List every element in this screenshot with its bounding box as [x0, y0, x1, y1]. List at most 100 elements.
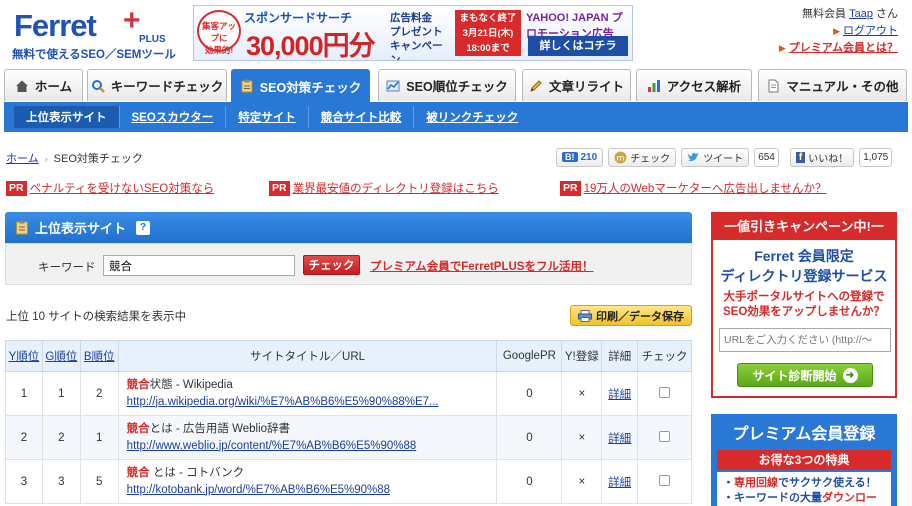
col-y-rank[interactable]: Y順位 — [5, 340, 43, 372]
bar-chart-icon — [647, 79, 660, 92]
detail-cell: 詳細 — [601, 459, 639, 504]
service-line2: ディレクトリ登録サービス — [720, 268, 888, 284]
col-g-rank[interactable]: G順位 — [41, 340, 81, 372]
check-cell — [637, 415, 692, 460]
subnav-specific-site[interactable]: 特定サイト — [226, 106, 309, 128]
b-rank-cell: 5 — [79, 459, 119, 504]
pr-badge: PR — [6, 180, 27, 196]
col-detail: 詳細 — [601, 340, 639, 372]
campaign-header: 一値引きキャンペーン中!一 — [713, 214, 895, 240]
tab-seo-check[interactable]: SEO対策チェック — [231, 69, 370, 102]
tab-home-label: ホーム — [34, 80, 73, 94]
banner-deadline-line3: 18:00まで — [466, 43, 510, 54]
premium-cta-link[interactable]: プレミアム会員でFerretPLUSをフル活用！ — [370, 258, 593, 274]
breadcrumb-separator-icon: › — [44, 154, 48, 164]
pr-link-penalty[interactable]: PR ペナルティを受けないSEO対策なら — [6, 180, 214, 196]
breadcrumb-home-link[interactable]: ホーム — [6, 153, 39, 165]
col-yahoo-registered: Y!登録 — [561, 340, 603, 372]
keyword-input[interactable] — [103, 255, 295, 276]
row-checkbox[interactable] — [659, 386, 671, 398]
tab-manual-label: マニュアル・その他 — [786, 80, 899, 94]
pr-link-advertise[interactable]: PR 19万人のWebマーケターへ広告出しませんか？ — [560, 180, 826, 196]
title-keyword: 競合 — [126, 422, 150, 435]
tweet-label: ツイート — [703, 153, 744, 165]
check-submit-button[interactable]: チェック — [303, 255, 360, 275]
tab-keyword-check[interactable]: キーワードチェック — [87, 69, 227, 101]
subnav-competitor-compare[interactable]: 競合サイト比較 — [309, 106, 415, 128]
hatena-count: 210 — [580, 151, 598, 163]
table-row: 2 2 1 競合とは - 広告用語 Weblio辞書 http://www.we… — [5, 415, 692, 460]
site-url-input[interactable] — [719, 328, 891, 352]
pr-link-directory[interactable]: PR 業界最安値のディレクトリ登録はこちら — [269, 180, 499, 196]
benefit1-text: でサクサク使える！ — [778, 477, 877, 489]
col-b-rank[interactable]: B順位 — [79, 340, 119, 372]
sort-y-rank-link[interactable]: Y順位 — [9, 351, 40, 363]
clipboard-icon — [241, 79, 253, 93]
g-rank-cell: 3 — [41, 459, 81, 504]
col-title-url: サイトタイトル／URL — [117, 340, 498, 372]
detail-link[interactable]: 詳細 — [608, 389, 631, 401]
tab-seo-check-label: SEO対策チェック — [259, 80, 362, 95]
row-checkbox[interactable] — [659, 474, 671, 486]
tab-seo-rank-label: SEO順位チェック — [406, 80, 508, 94]
clipboard-icon — [16, 220, 28, 235]
user-honorific: さん — [876, 8, 898, 20]
logo-wordmark: Ferret — [14, 8, 97, 43]
subnav-seo-scouter[interactable]: SEOスカウター — [120, 106, 227, 128]
detail-link[interactable]: 詳細 — [608, 477, 631, 489]
sort-b-rank-link[interactable]: B順位 — [84, 351, 115, 363]
premium-signup-box[interactable]: プレミアム会員登録 お得な3つの特典 ・専用回線でサクサク使える！ ・キーワード… — [711, 414, 897, 506]
ferret-plus-logo[interactable]: Ferret + PLUS 無料で使えるSEO／SEMツール — [12, 6, 182, 62]
tab-manual[interactable]: マニュアル・その他 — [758, 69, 907, 101]
directory-campaign-box: 一値引きキャンペーン中!一 Ferret 会員限定 ディレクトリ登録サービス 大… — [711, 212, 897, 398]
pr-link-text[interactable]: 業界最安値のディレクトリ登録はこちら — [293, 180, 499, 196]
tweet-button[interactable]: ツイート — [681, 147, 750, 167]
site-url-link[interactable]: http://ja.wikipedia.org/wiki/%E7%AB%B6%E… — [127, 396, 439, 408]
yahoo-registered-cell: × — [561, 371, 603, 416]
user-name-link[interactable]: Taap — [849, 8, 873, 20]
banner-deadline-line1: まもなく終了 — [459, 13, 517, 24]
ad-banner[interactable]: 集客アップに 効果的! スポンサードサーチ 30,000円分 広告料金 プレゼン… — [193, 5, 633, 61]
facebook-like-button[interactable]: f いいね！ — [789, 147, 855, 167]
site-url-link[interactable]: http://kotobank.jp/word/%E7%AB%B6%E5%90%… — [127, 484, 390, 496]
subnav-top-sites[interactable]: 上位表示サイト — [14, 106, 120, 128]
chart-icon — [386, 80, 400, 91]
tab-seo-rank[interactable]: SEO順位チェック — [378, 69, 516, 101]
detail-link[interactable]: 詳細 — [608, 433, 631, 445]
subnav-backlink-check[interactable]: 被リンクチェック — [414, 106, 530, 128]
help-icon[interactable]: ? — [136, 220, 151, 235]
site-title: 状態 - Wikipedia — [149, 378, 233, 391]
tab-keyword-check-label: キーワードチェック — [110, 80, 224, 94]
service-desc-line1: 大手ポータルサイトへの登録で — [723, 291, 885, 303]
table-header-row: Y順位 G順位 B順位 サイトタイトル／URL GooglePR Y!登録 詳細… — [5, 340, 692, 372]
sort-g-rank-link[interactable]: G順位 — [45, 351, 77, 363]
benefits-header: お得な3つの特典 — [717, 450, 891, 470]
sub-navigation: 上位表示サイト SEOスカウター 特定サイト 競合サイト比較 被リンクチェック — [4, 102, 908, 132]
row-checkbox[interactable] — [659, 430, 671, 442]
pr-link-text[interactable]: 19万人のWebマーケターへ広告出しませんか？ — [584, 180, 827, 196]
tab-rewrite[interactable]: 文章リライト — [522, 69, 631, 101]
banner-mid-line3: キャンペーン — [390, 40, 443, 61]
pr-link-text[interactable]: ペナルティを受けないSEO対策なら — [30, 180, 215, 196]
site-url-link[interactable]: http://www.weblio.jp/content/%E7%AB%B6%E… — [127, 440, 417, 452]
check-label: チェック — [630, 153, 671, 165]
results-table: Y順位 G順位 B順位 サイトタイトル／URL GooglePR Y!登録 詳細… — [5, 340, 692, 504]
banner-mid-line1: 広告料金 — [390, 12, 432, 24]
hatena-bookmark-button[interactable]: B! 210 — [556, 147, 604, 167]
tab-access-analysis[interactable]: アクセス解析 — [636, 69, 752, 101]
tab-home[interactable]: ホーム — [4, 69, 83, 101]
y-rank-cell: 1 — [5, 371, 43, 416]
check-button[interactable]: m チェック — [608, 147, 677, 167]
banner-details-button[interactable]: 詳しくはコチラ — [528, 36, 628, 56]
premium-info-link[interactable]: プレミアム会員とは？ — [789, 42, 898, 54]
site-diagnose-button[interactable]: サイト診断開始 ➜ — [737, 363, 873, 387]
benefit-item: ・キーワードの大量ダウンロード! — [723, 491, 885, 506]
benefit-item: ・専用回線でサクサク使える！ — [723, 477, 877, 489]
benefits-list: ・専用回線でサクサク使える！ ・キーワードの大量ダウンロード! — [717, 472, 891, 506]
like-label: いいね！ — [808, 153, 849, 165]
check-cell — [637, 371, 692, 416]
service-desc-line2: SEO効果をアップしませんか？ — [723, 306, 885, 318]
print-save-button[interactable]: 印刷／データ保存 — [570, 305, 692, 326]
title-keyword: 競合 — [126, 466, 150, 479]
logout-link[interactable]: ログアウト — [843, 25, 898, 37]
